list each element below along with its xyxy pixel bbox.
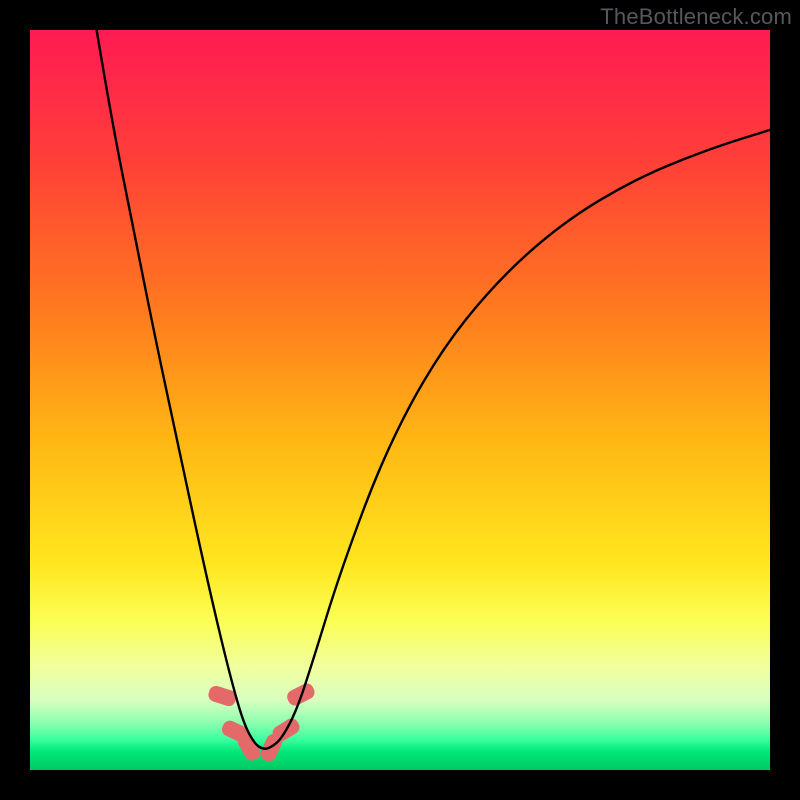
watermark-text: TheBottleneck.com [600,4,792,30]
gradient-background [30,30,770,770]
bottleneck-chart [30,30,770,770]
chart-frame [30,30,770,770]
